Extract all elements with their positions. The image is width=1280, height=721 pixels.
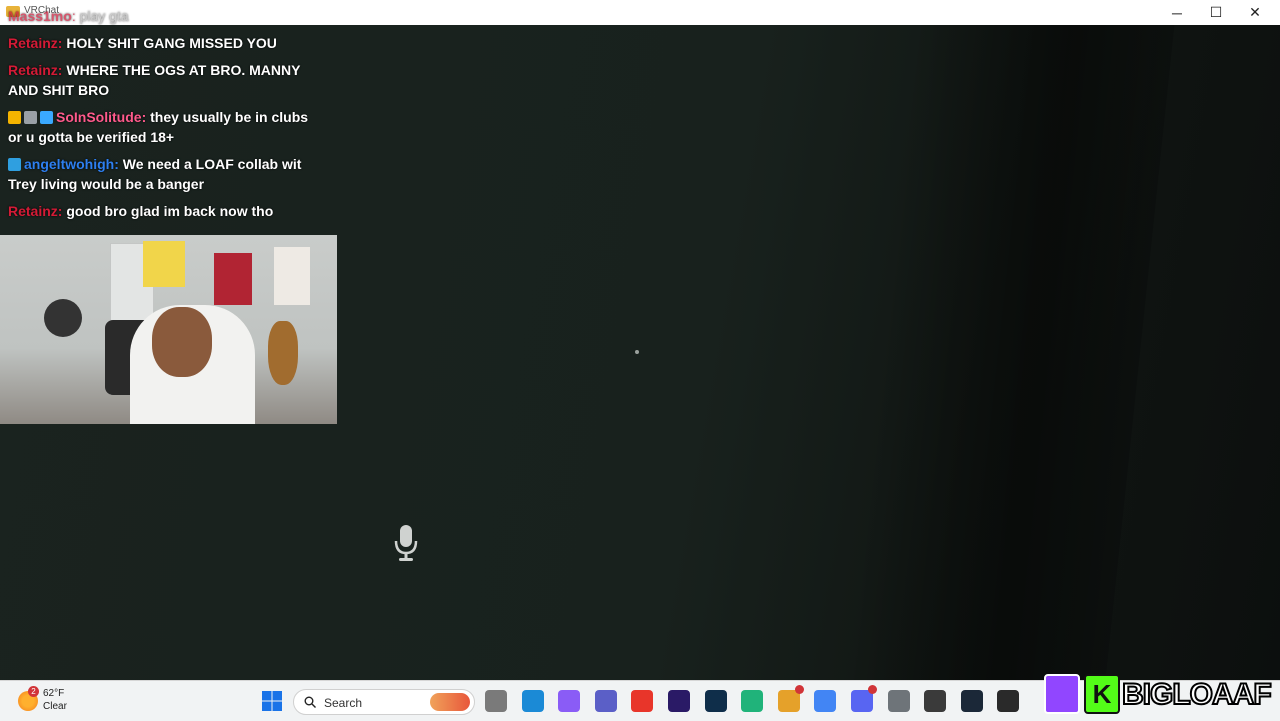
task-view-icon[interactable] bbox=[485, 690, 507, 712]
twitch-logo-icon bbox=[1044, 674, 1080, 714]
chat-text: they usually be in clubs or u gotta be v… bbox=[8, 109, 309, 145]
chat-username[interactable]: angeltwohigh bbox=[24, 156, 114, 172]
cube-badge-icon bbox=[40, 111, 53, 124]
chat-message: Retainz: good bro glad im back now tho bbox=[0, 201, 330, 221]
streamer-brand-overlay: K BIGLOAAF bbox=[1040, 670, 1280, 720]
chat-message: SoInSolitude: they usually be in clubs o… bbox=[0, 107, 330, 147]
red-app-icon[interactable] bbox=[631, 690, 653, 712]
crosshair-icon bbox=[635, 350, 639, 354]
chat-username[interactable]: Mass1mo bbox=[8, 8, 72, 24]
streamer-name: BIGLOAAF bbox=[1121, 677, 1273, 712]
search-highlight-icon bbox=[430, 693, 470, 711]
webcam-streamer-head bbox=[152, 307, 212, 377]
maximize-button[interactable]: ☐ bbox=[1197, 0, 1235, 25]
streamlabs-icon[interactable] bbox=[741, 690, 763, 712]
webcam-fan bbox=[44, 299, 82, 337]
edge-icon[interactable] bbox=[522, 690, 544, 712]
chat-text: play gta bbox=[79, 8, 129, 24]
chat-username[interactable]: Retainz bbox=[8, 62, 58, 78]
webcam-poster bbox=[214, 253, 252, 305]
weather-alert-badge: 2 bbox=[28, 686, 39, 697]
webcam-poster bbox=[274, 247, 310, 305]
taskbar-search-box[interactable]: Search bbox=[293, 689, 475, 715]
kick-logo-icon: K bbox=[1084, 674, 1120, 714]
chat-username[interactable]: SoInSolitude bbox=[56, 109, 142, 125]
chat-username[interactable]: Retainz bbox=[8, 35, 58, 51]
chat-separator: : bbox=[114, 156, 123, 172]
search-icon bbox=[304, 696, 316, 708]
obs-icon[interactable] bbox=[924, 690, 946, 712]
premiere-icon[interactable] bbox=[668, 690, 690, 712]
chat-username[interactable]: Retainz bbox=[8, 203, 58, 219]
steam-icon[interactable] bbox=[961, 690, 983, 712]
weather-temperature[interactable]: 62°F bbox=[43, 688, 64, 699]
teams-icon[interactable] bbox=[595, 690, 617, 712]
weather-condition[interactable]: Clear bbox=[43, 701, 67, 712]
webcam-poster bbox=[143, 241, 185, 287]
copilot-icon[interactable] bbox=[558, 690, 580, 712]
search-label: Search bbox=[324, 696, 363, 710]
chat-message: Retainz: WHERE THE OGS AT BRO. MANNY AND… bbox=[0, 60, 330, 100]
photoshop-icon[interactable] bbox=[705, 690, 727, 712]
windows-start-icon[interactable] bbox=[262, 691, 282, 711]
chat-separator: : bbox=[141, 109, 151, 125]
bits-badge-icon bbox=[24, 111, 37, 124]
settings-icon[interactable] bbox=[888, 690, 910, 712]
notification-badge-icon bbox=[868, 685, 877, 694]
dark-wall-shadow bbox=[845, 25, 1175, 680]
pin-badge-icon bbox=[8, 158, 21, 171]
webcam-guitar bbox=[268, 321, 298, 385]
chat-text: good bro glad im back now tho bbox=[66, 203, 274, 219]
chat-separator: : bbox=[71, 8, 80, 24]
stream-chat-overlay: Mass1mo: play gta Retainz: HOLY SHIT GANG… bbox=[0, 6, 330, 228]
notification-badge-icon bbox=[795, 685, 804, 694]
chat-text: HOLY SHIT GANG MISSED YOU bbox=[66, 35, 277, 51]
chat-message: Retainz: HOLY SHIT GANG MISSED YOU bbox=[0, 33, 330, 53]
minimize-button[interactable]: ─ bbox=[1158, 0, 1196, 25]
vrchat-icon[interactable] bbox=[997, 690, 1019, 712]
webcam-feed bbox=[0, 235, 337, 424]
chat-message: angeltwohigh: We need a LOAF collab wit … bbox=[0, 154, 330, 194]
close-button[interactable]: ✕ bbox=[1236, 0, 1274, 25]
microphone-icon bbox=[394, 525, 418, 561]
chat-message: Mass1mo: play gta bbox=[0, 6, 330, 26]
chrome-icon[interactable] bbox=[814, 690, 836, 712]
crown-badge-icon bbox=[8, 111, 21, 124]
